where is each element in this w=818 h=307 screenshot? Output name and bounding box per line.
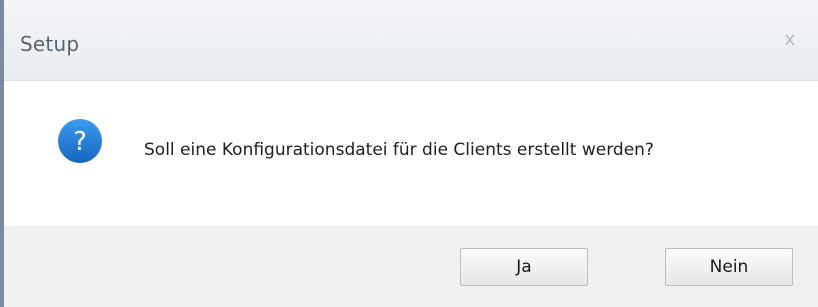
button-bar: Ja Nein — [4, 226, 818, 307]
window-title: Setup — [20, 32, 80, 56]
title-bar[interactable]: Setup x — [4, 0, 818, 81]
question-mark: ? — [73, 127, 87, 157]
no-button[interactable]: Nein — [665, 248, 793, 286]
setup-dialog-window: Setup x ? Soll eine Konfigurationsdatei … — [0, 0, 818, 307]
question-icon: ? — [58, 119, 102, 163]
dialog-message: Soll eine Konfigurationsdatei für die Cl… — [144, 140, 654, 160]
close-icon[interactable]: x — [780, 30, 800, 50]
dialog-content: ? Soll eine Konfigurationsdatei für die … — [4, 81, 818, 226]
yes-button[interactable]: Ja — [460, 248, 588, 286]
